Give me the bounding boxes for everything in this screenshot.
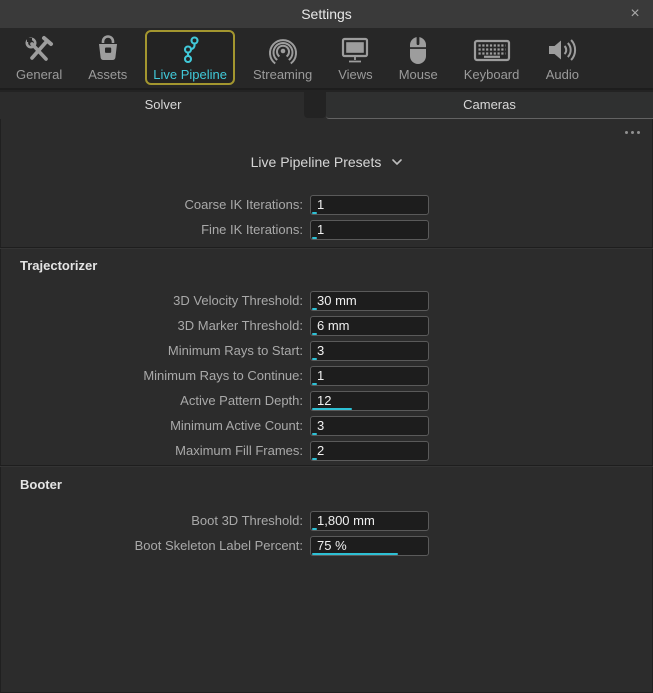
mouse-icon: [407, 34, 429, 66]
section-divider: [0, 247, 653, 249]
ellipsis-icon[interactable]: [623, 129, 642, 136]
toolbar-item-live-pipeline[interactable]: Live Pipeline: [145, 30, 235, 85]
field-row-max-fill-frames: Maximum Fill Frames:: [0, 438, 653, 463]
toolbar-label: Streaming: [253, 67, 312, 82]
maximum-fill-frames-input: [310, 441, 429, 461]
coarse-ik-iterations-input: [310, 195, 429, 215]
trajectorizer-section-header: Trajectorizer: [0, 258, 653, 274]
title-bar: Settings ×: [0, 0, 653, 28]
minimum-rays-to-start-value[interactable]: [311, 342, 428, 360]
ik-fields: Coarse IK Iterations: Fine IK Iterations…: [0, 192, 653, 242]
bin-icon: [92, 34, 124, 66]
minimum-active-count-value[interactable]: [311, 417, 428, 435]
booter-section-header: Booter: [0, 477, 653, 493]
field-label: Maximum Fill Frames:: [0, 443, 303, 458]
field-row-coarse-ik: Coarse IK Iterations:: [0, 192, 653, 217]
close-button[interactable]: ×: [623, 3, 647, 25]
minimum-rays-to-continue-input: [310, 366, 429, 386]
minimum-rays-to-start-input: [310, 341, 429, 361]
field-label: Minimum Rays to Continue:: [0, 368, 303, 383]
3d-marker-threshold-input: [310, 316, 429, 336]
pipeline-icon: [175, 34, 205, 66]
speaker-icon: [545, 34, 579, 66]
booter-fields: Boot 3D Threshold: Boot Skeleton Label P…: [0, 508, 653, 558]
toolbar-label: Views: [338, 67, 372, 82]
field-row-3d-marker: 3D Marker Threshold:: [0, 313, 653, 338]
boot-3d-threshold-value[interactable]: [311, 512, 428, 530]
chevron-down-icon: [392, 159, 402, 165]
tab-separator: [304, 92, 326, 118]
field-label: 3D Marker Threshold:: [0, 318, 303, 333]
field-label: Minimum Rays to Start:: [0, 343, 303, 358]
fine-ik-iterations-input: [310, 220, 429, 240]
fine-ik-iterations-value[interactable]: [311, 221, 428, 239]
settings-dialog: Settings × General: [0, 0, 653, 693]
active-pattern-depth-input: [310, 391, 429, 411]
toolbar-label: General: [16, 67, 62, 82]
tab-bar: Solver Cameras: [0, 88, 653, 117]
field-row-min-rays-start: Minimum Rays to Start:: [0, 338, 653, 363]
boot-3d-threshold-input: [310, 511, 429, 531]
field-label: Boot Skeleton Label Percent:: [0, 538, 303, 553]
toolbar-item-streaming[interactable]: Streaming: [245, 30, 320, 85]
field-row-boot-skeleton-label-percent: Boot Skeleton Label Percent:: [0, 533, 653, 558]
minimum-rays-to-continue-value[interactable]: [311, 367, 428, 385]
field-label: 3D Velocity Threshold:: [0, 293, 303, 308]
toolbar-item-assets[interactable]: Assets: [80, 30, 135, 85]
minimum-active-count-input: [310, 416, 429, 436]
tab-solver[interactable]: Solver: [0, 92, 326, 119]
boot-skeleton-label-percent-input: [310, 536, 429, 556]
coarse-ik-iterations-value[interactable]: [311, 196, 428, 214]
keyboard-icon: [473, 34, 511, 66]
antenna-icon: [266, 34, 300, 66]
field-row-min-active-count: Minimum Active Count:: [0, 413, 653, 438]
toolbar-item-views[interactable]: Views: [330, 30, 380, 85]
tools-icon: [23, 34, 55, 66]
solver-panel: Live Pipeline Presets Coarse IK Iteratio…: [0, 117, 653, 693]
toolbar-item-audio[interactable]: Audio: [537, 30, 587, 85]
3d-velocity-threshold-value[interactable]: [311, 292, 428, 310]
field-label: Coarse IK Iterations:: [0, 197, 303, 212]
toolbar-label: Live Pipeline: [153, 67, 227, 82]
field-row-min-rays-continue: Minimum Rays to Continue:: [0, 363, 653, 388]
boot-skeleton-label-percent-value[interactable]: [311, 537, 428, 555]
tab-cameras[interactable]: Cameras: [326, 92, 653, 119]
toolbar-label: Assets: [88, 67, 127, 82]
field-row-active-pattern-depth: Active Pattern Depth:: [0, 388, 653, 413]
toolbar-label: Keyboard: [464, 67, 520, 82]
field-row-fine-ik: Fine IK Iterations:: [0, 217, 653, 242]
dialog-title: Settings: [0, 0, 653, 28]
monitor-icon: [338, 34, 372, 66]
live-pipeline-presets-dropdown[interactable]: Live Pipeline Presets: [0, 153, 653, 171]
presets-label: Live Pipeline Presets: [251, 154, 382, 170]
section-divider: [0, 465, 653, 467]
3d-marker-threshold-value[interactable]: [311, 317, 428, 335]
active-pattern-depth-value[interactable]: [311, 392, 428, 410]
toolbar-label: Mouse: [399, 67, 438, 82]
field-label: Minimum Active Count:: [0, 418, 303, 433]
toolbar-item-general[interactable]: General: [8, 30, 70, 85]
settings-category-toolbar: General Assets: [0, 28, 653, 88]
trajectorizer-fields: 3D Velocity Threshold: 3D Marker Thresho…: [0, 288, 653, 463]
field-label: Boot 3D Threshold:: [0, 513, 303, 528]
toolbar-item-mouse[interactable]: Mouse: [391, 30, 446, 85]
field-label: Fine IK Iterations:: [0, 222, 303, 237]
toolbar-label: Audio: [546, 67, 579, 82]
field-row-boot-3d-threshold: Boot 3D Threshold:: [0, 508, 653, 533]
field-row-3d-velocity: 3D Velocity Threshold:: [0, 288, 653, 313]
toolbar-item-keyboard[interactable]: Keyboard: [456, 30, 528, 85]
maximum-fill-frames-value[interactable]: [311, 442, 428, 460]
3d-velocity-threshold-input: [310, 291, 429, 311]
field-label: Active Pattern Depth:: [0, 393, 303, 408]
